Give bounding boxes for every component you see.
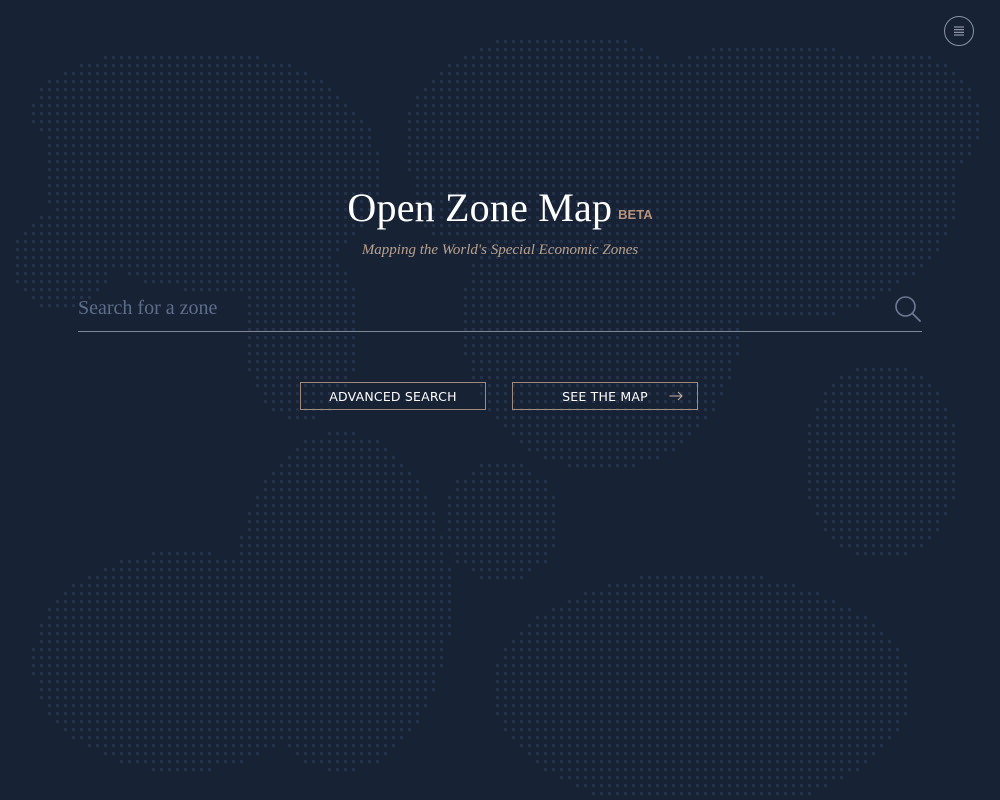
search-icon[interactable] (894, 295, 922, 323)
page-title: Open Zone Map (347, 185, 613, 230)
menu-icon (954, 26, 964, 36)
advanced-search-label: ADVANCED SEARCH (329, 388, 457, 404)
arrow-right-icon (669, 391, 683, 401)
menu-button[interactable] (944, 16, 974, 46)
see-the-map-label: SEE THE MAP (562, 388, 648, 404)
search-input[interactable] (78, 290, 878, 326)
world-map-background (16, 40, 979, 795)
beta-badge: BETA (618, 207, 653, 222)
page-subtitle: Mapping the World's Special Economic Zon… (361, 242, 639, 258)
title-block: Open Zone Map BETA (0, 182, 1000, 234)
search-bar (78, 288, 922, 332)
see-the-map-button[interactable]: SEE THE MAP (512, 382, 698, 410)
advanced-search-button[interactable]: ADVANCED SEARCH (300, 382, 486, 410)
